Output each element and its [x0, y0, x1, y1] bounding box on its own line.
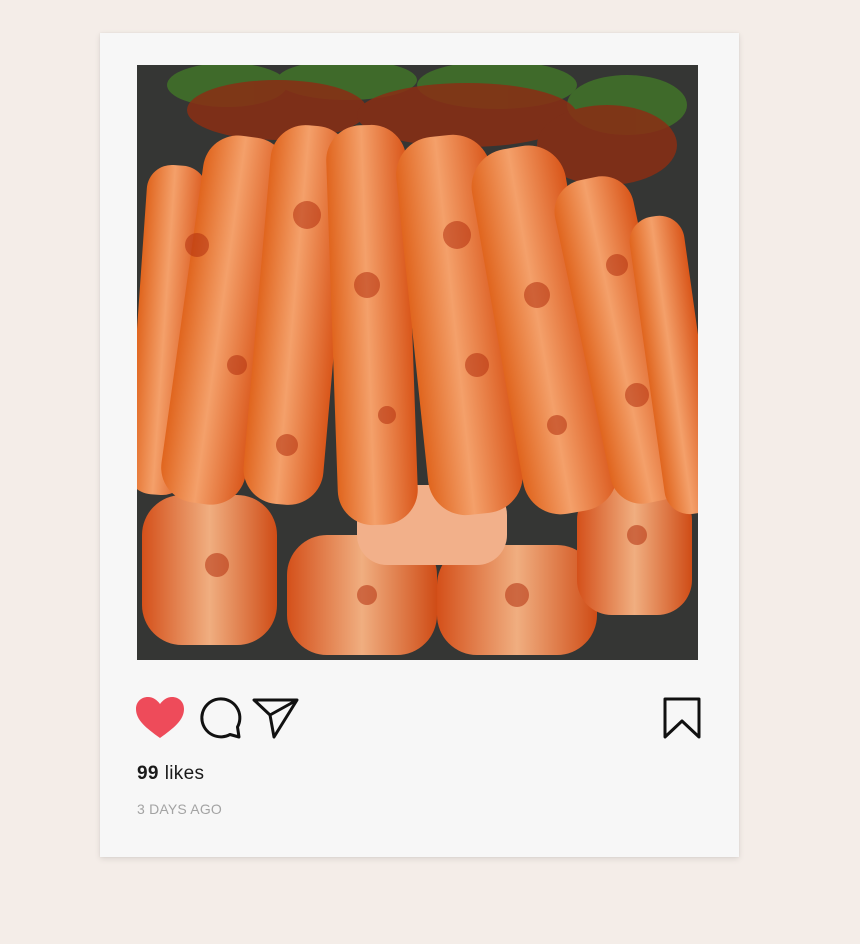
likes-label: likes [164, 763, 205, 784]
heart-icon[interactable] [136, 697, 184, 739]
post-card: 99 likes 3 DAYS AGO [100, 33, 739, 857]
post-actions [135, 695, 701, 741]
send-icon[interactable] [252, 697, 300, 739]
bookmark-icon[interactable] [663, 697, 701, 739]
likes-number: 99 [137, 763, 159, 784]
kimchi-photo-illustration [137, 65, 698, 660]
comment-icon[interactable] [199, 696, 243, 740]
likes-count[interactable]: 99 likes [137, 763, 204, 785]
post-timestamp: 3 DAYS AGO [137, 801, 222, 817]
post-photo[interactable] [137, 65, 698, 660]
